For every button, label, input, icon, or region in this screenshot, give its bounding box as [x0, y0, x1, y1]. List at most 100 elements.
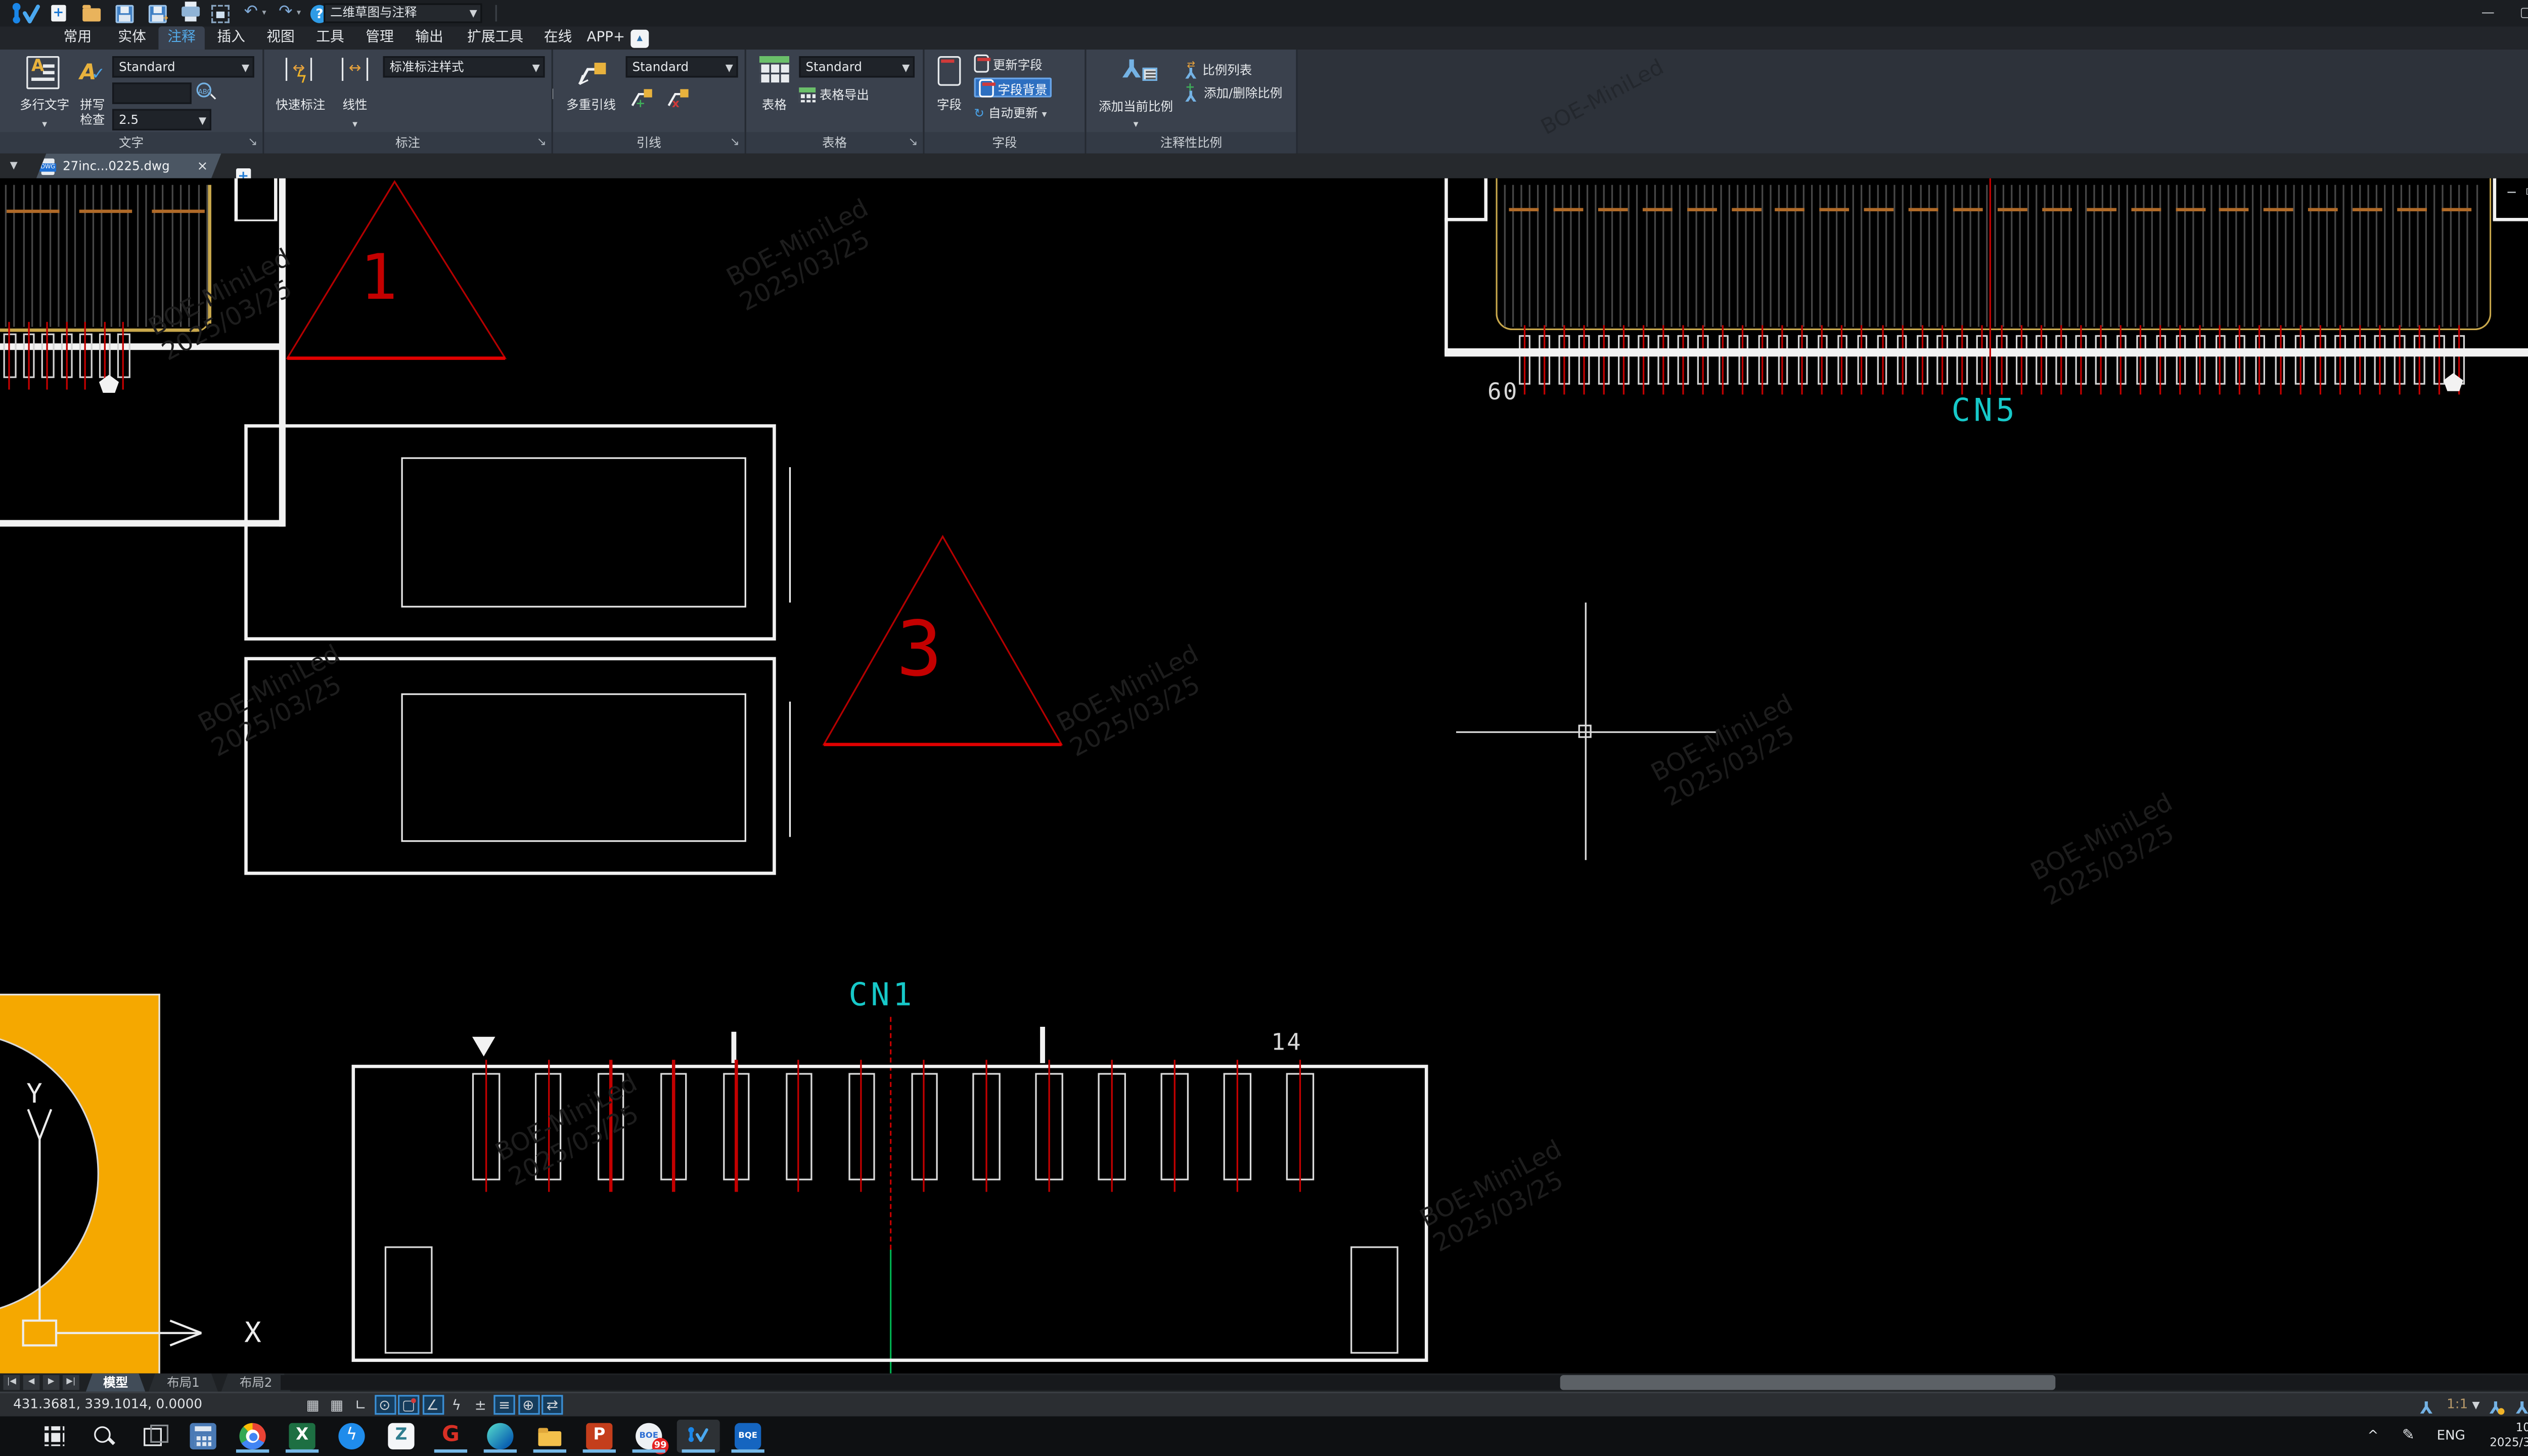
open-button[interactable] [79, 2, 106, 25]
status-toggle-viewport-grid[interactable]: ▦ [302, 1395, 324, 1415]
new-button[interactable]: + [46, 2, 72, 25]
taskbar-app-bqe[interactable]: BQE [727, 1420, 770, 1452]
ribbon-tab-9[interactable]: 扩展工具 [456, 26, 535, 50]
mdi-minimize-button[interactable]: − [2506, 185, 2517, 202]
add-delete-scale-button[interactable]: Y + 添加/删除比例 [1185, 84, 1282, 104]
tab-close-icon[interactable]: × [197, 154, 208, 178]
text-style-dropdown[interactable]: Standard▼ [112, 56, 254, 77]
language-indicator[interactable]: ENG [2437, 1417, 2465, 1456]
taskbar-app-calculator[interactable] [182, 1420, 224, 1452]
ribbon-collapse-button[interactable]: ▴ [630, 30, 649, 48]
add-leader-button[interactable]: + [629, 86, 655, 109]
taskbar-app-start[interactable] [33, 1420, 76, 1452]
windows-taskbar: XϟZG PBOE99 BQE ^ ✎ ENG 10:42 2025/3/25 [0, 1417, 2528, 1456]
taskbar-app-search[interactable] [82, 1420, 125, 1452]
dim-style-dropdown[interactable]: 标准标注样式▼ [383, 56, 545, 77]
annotation-refresh-icon[interactable]: Yϟ [2516, 1393, 2528, 1418]
maximize-button[interactable]: ▢ [2508, 0, 2528, 25]
panel-text-launcher[interactable]: ↘ [248, 135, 257, 150]
triangle-3-digit: 3 [896, 604, 942, 693]
status-toggle-object-snap[interactable]: ▢ [398, 1395, 419, 1415]
save-button[interactable] [112, 2, 139, 25]
workspace-dropdown[interactable]: 二维草图与注释 ▼ [324, 4, 482, 23]
redo-dropdown[interactable]: ▾ [292, 2, 305, 25]
taskbar-app-chrome[interactable] [231, 1420, 274, 1452]
status-toggle-selection-cycling[interactable]: ⇄ [541, 1395, 563, 1415]
status-toggle-polar-tracking[interactable]: ⊙ [374, 1395, 395, 1415]
document-tab-bar: ▼ 27inc...0225.dwg × + ▤ [0, 154, 2528, 178]
taskbar-app-gstarcad[interactable]: G [429, 1420, 472, 1452]
pen-icon[interactable]: ✎ [2402, 1417, 2415, 1456]
find-text-icon[interactable]: ABC [197, 82, 216, 102]
ribbon-tab-6[interactable]: 工具 [307, 26, 353, 50]
horizontal-scrollbar[interactable] [281, 1375, 2528, 1390]
autoscale-icon[interactable]: Y [2490, 1393, 2502, 1418]
ribbon-tab-bar: 常用实体注释插入视图工具管理输出扩展工具在线APP+▴ [0, 26, 2528, 50]
ribbon-tab-11[interactable]: APP+ [581, 26, 630, 50]
status-toggle-dynamic-input[interactable]: ϟ [446, 1395, 467, 1415]
annotation-scale-button[interactable]: 1:1 ▼ [2447, 1393, 2479, 1418]
first-layout-button[interactable]: |◀ [4, 1375, 20, 1390]
running-indicator [633, 1449, 665, 1453]
ribbon-tab-8[interactable]: 输出 [406, 26, 452, 50]
taskbar-app-excel[interactable]: X [281, 1420, 324, 1452]
auto-update-button[interactable]: ↻ 自动更新 ▾ [974, 104, 1047, 124]
taskbar-app-task-view[interactable] [132, 1420, 175, 1452]
field-background-button[interactable]: 字段背景 [974, 77, 1053, 97]
panel-dim-launcher[interactable]: ↘ [537, 135, 547, 150]
status-toggle-object-snap-tracking[interactable]: ∠ [422, 1395, 443, 1415]
drawing-canvas[interactable]: 1 3 60 CN5 − ⧉ × C [0, 178, 2528, 1374]
horizontal-scroll-thumb[interactable] [1560, 1375, 2056, 1390]
panel-field: 字段 更新字段 字段背景 ↻ 自动更新 ▾ 字段 [925, 50, 1087, 154]
layout-tab-2[interactable]: 布局1 [149, 1374, 218, 1392]
ribbon-tab-3[interactable]: 注释 [158, 26, 204, 50]
status-toggle-lineweight-display[interactable]: ± [470, 1395, 491, 1415]
remove-leader-button[interactable]: x [665, 86, 692, 109]
next-layout-button[interactable]: ▶ [43, 1375, 60, 1390]
scale-list-button[interactable]: Y ⇄ 比例列表 [1185, 61, 1252, 81]
title-bar: + → ↶ ▾ ↷ ▾ ? 二维草图与注释 ▼ — ▢ ✕ [0, 0, 2528, 26]
status-toggle-annotation-monitor[interactable]: ⊕ [518, 1395, 539, 1415]
ribbon-tab-7[interactable]: 管理 [356, 26, 402, 50]
mdi-restore-button[interactable]: ⧉ [2526, 185, 2528, 202]
prev-layout-button[interactable]: ◀ [23, 1375, 40, 1390]
taskbar-app-communicator[interactable]: BOE99 [627, 1420, 670, 1452]
layout-tab-1[interactable]: 模型 [86, 1374, 146, 1392]
taskbar-app-z-app[interactable]: Z [380, 1420, 423, 1452]
panel-table-launcher[interactable]: ↘ [908, 135, 918, 150]
running-indicator [533, 1449, 566, 1453]
ribbon-tab-10[interactable]: 在线 [538, 26, 577, 50]
document-tab[interactable]: 27inc...0225.dwg × [36, 154, 221, 178]
panel-dim-label: 标注 [264, 132, 551, 153]
clock[interactable]: 10:42 2025/3/25 [2473, 1417, 2528, 1456]
print-button[interactable] [178, 2, 205, 25]
taskbar-app-powerpoint[interactable]: P [578, 1420, 621, 1452]
ribbon-tab-1[interactable]: 常用 [50, 26, 106, 50]
minimize-button[interactable]: — [2470, 0, 2506, 25]
ribbon-tab-4[interactable]: 插入 [208, 26, 254, 50]
save-as-button[interactable]: → [145, 2, 171, 25]
update-field-button[interactable]: 更新字段 [974, 55, 1043, 74]
table-export-button[interactable]: 表格导出 [799, 86, 869, 106]
ribbon-tab-2[interactable]: 实体 [109, 26, 155, 50]
hidden-icons-chevron[interactable]: ^ [2367, 1417, 2378, 1456]
status-toggle-grid-display[interactable]: ▦ [326, 1395, 347, 1415]
taskbar-app-file-explorer[interactable] [528, 1420, 571, 1452]
mleader-style-dropdown[interactable]: Standard▼ [626, 56, 738, 77]
ribbon-tab-5[interactable]: 视图 [257, 26, 303, 50]
doc-list-dropdown[interactable]: ▼ [10, 160, 18, 172]
table-style-dropdown[interactable]: Standard▼ [799, 56, 915, 77]
plot-preview-button[interactable] [208, 2, 234, 25]
taskbar-app-cad-current[interactable] [677, 1420, 720, 1452]
taskbar-app-edge[interactable] [479, 1420, 522, 1452]
status-toggle-ortho-mode[interactable]: ∟ [350, 1395, 371, 1415]
taskbar-app-messenger[interactable]: ϟ [330, 1420, 373, 1452]
last-layout-button[interactable]: ▶| [63, 1375, 79, 1390]
annotation-visibility-icon[interactable]: Y [2420, 1393, 2432, 1418]
panel-leader-launcher[interactable]: ↘ [730, 135, 740, 150]
text-search-field[interactable] [112, 82, 192, 104]
undo-dropdown[interactable]: ▾ [257, 2, 270, 25]
status-toggle-quick-properties[interactable]: ≡ [493, 1395, 515, 1415]
text-height-dropdown[interactable]: 2.5▼ [112, 109, 211, 130]
spell-check-button[interactable]: A✓ 拼写 检查 [76, 55, 109, 86]
